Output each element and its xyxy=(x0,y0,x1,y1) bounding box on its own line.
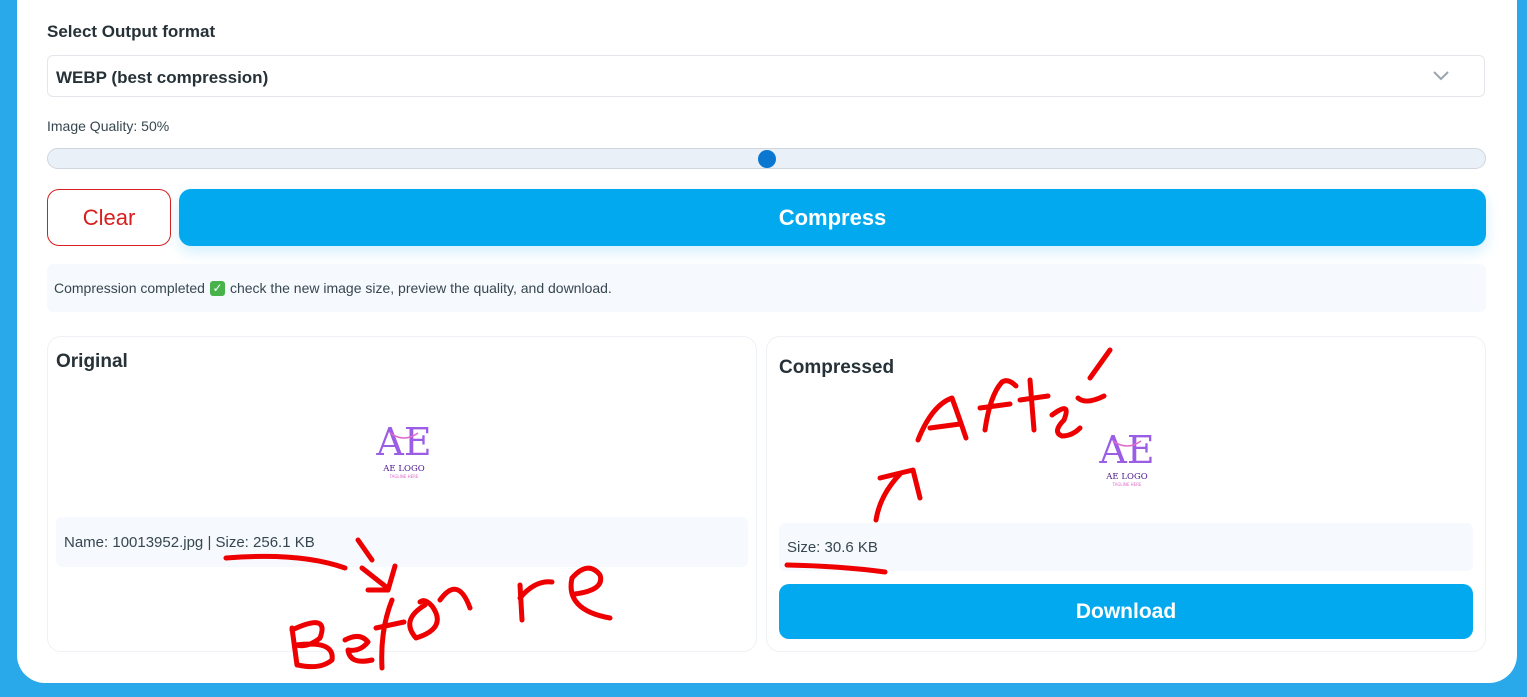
compressed-panel: Compressed AE AE LOGO TAGLINE HERE Size:… xyxy=(766,336,1486,652)
original-title: Original xyxy=(56,351,128,372)
quality-slider-thumb[interactable] xyxy=(757,150,776,168)
status-message: Compression completed ✓ check the new im… xyxy=(47,264,1486,312)
image-quality-label: Image Quality: 50% xyxy=(47,118,170,134)
chevron-down-icon xyxy=(1433,71,1449,81)
output-format-value: WEBP (best compression) xyxy=(56,68,269,87)
logo-mark: AE xyxy=(1098,428,1154,472)
logo-mark: AE xyxy=(375,420,431,464)
status-text-end: check the new image size, preview the qu… xyxy=(229,280,612,296)
original-logo-image: AE AE LOGO TAGLINE HERE xyxy=(375,420,431,479)
compressed-file-info: Size: 30.6 KB xyxy=(779,523,1473,571)
clear-button[interactable]: Clear xyxy=(47,189,171,246)
logo-tagline: TAGLINE HERE xyxy=(389,474,419,479)
output-format-select[interactable]: WEBP (best compression) xyxy=(47,55,1485,97)
original-file-info: Name: 10013952.jpg | Size: 256.1 KB xyxy=(56,517,748,567)
status-text-start: Compression completed xyxy=(54,280,205,296)
quality-slider[interactable] xyxy=(47,148,1486,169)
download-button[interactable]: Download xyxy=(779,584,1473,639)
check-mark-icon: ✓ xyxy=(209,280,225,296)
original-panel: Original AE AE LOGO TAGLINE HERE Name: 1… xyxy=(47,336,757,652)
compressed-logo-image: AE AE LOGO TAGLINE HERE xyxy=(1098,428,1154,487)
compress-button[interactable]: Compress xyxy=(179,189,1486,246)
compressed-title: Compressed xyxy=(779,357,895,378)
output-format-label: Select Output format xyxy=(47,22,216,41)
logo-wordmark: AE LOGO xyxy=(1105,472,1147,482)
logo-wordmark: AE LOGO xyxy=(382,464,424,474)
logo-tagline: TAGLINE HERE xyxy=(1112,482,1142,487)
